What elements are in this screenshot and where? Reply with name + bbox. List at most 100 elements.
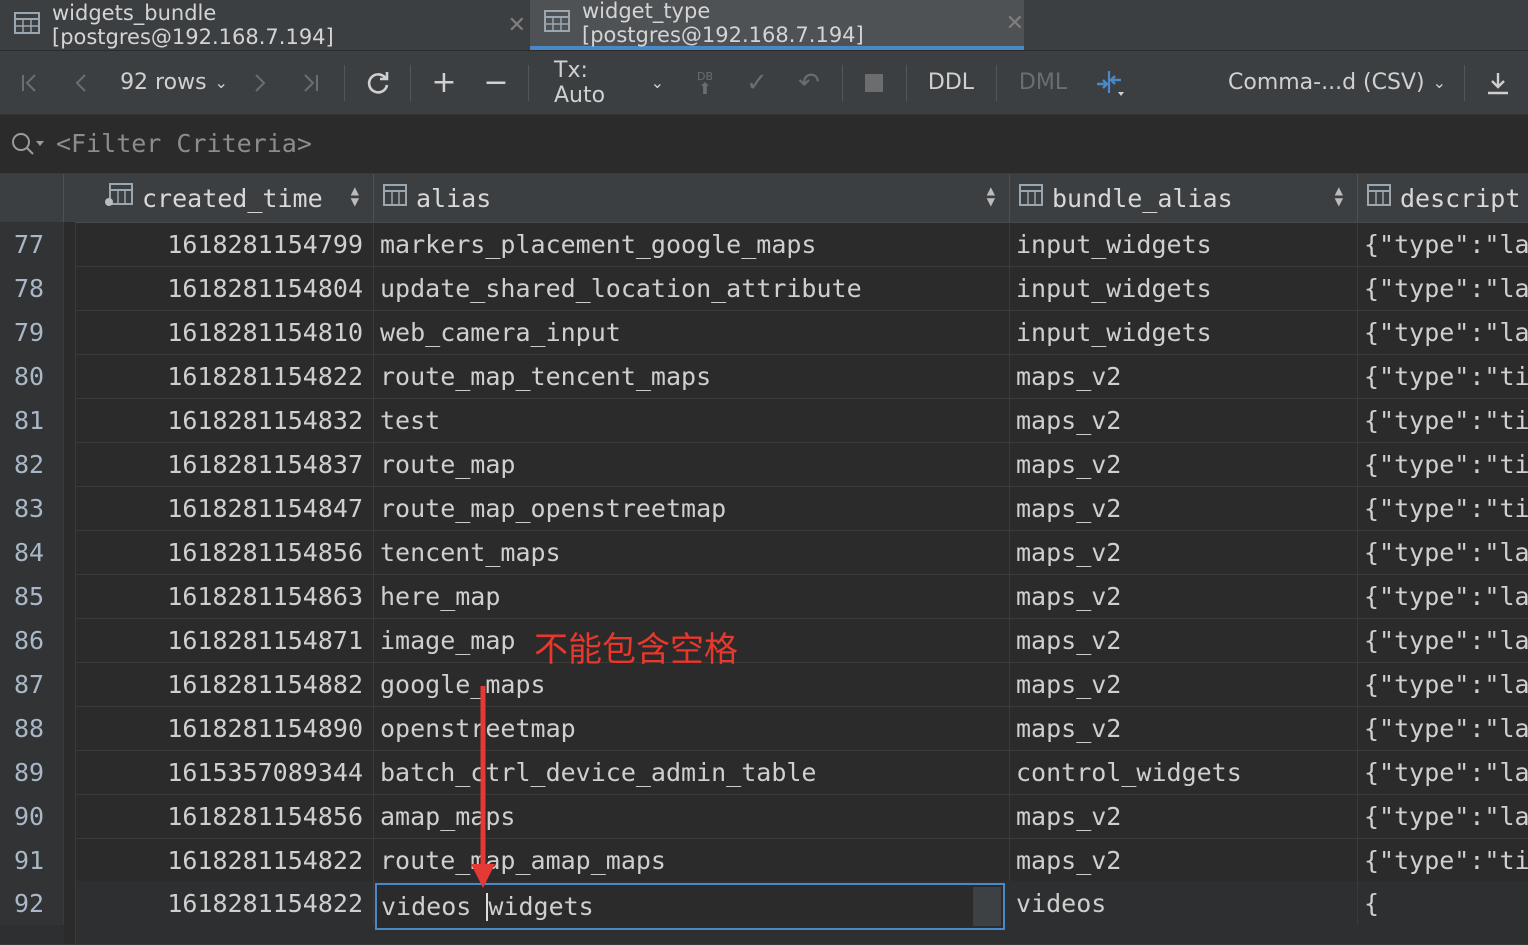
close-icon[interactable]: ✕ [508, 13, 526, 38]
cell-bundle-alias[interactable]: maps_v2 [1010, 354, 1358, 398]
transaction-mode-dropdown[interactable]: Tx: Auto ⌄ [554, 51, 664, 114]
column-header-created-time[interactable]: created_time ▲ ▼ [76, 174, 374, 222]
first-page-icon[interactable] [14, 51, 46, 114]
cell-description[interactable]: {"type":"la [1358, 794, 1528, 838]
cell-alias[interactable]: update_shared_location_attribute [374, 266, 1010, 310]
editor-scrollbar[interactable] [973, 887, 1001, 926]
cell-created-time[interactable]: 1618281154863 [76, 574, 374, 618]
cell-description[interactable]: {"type":"la [1358, 310, 1528, 354]
cell-created-time[interactable]: 1618281154856 [76, 530, 374, 574]
rows-count-dropdown[interactable]: 92 rows ⌄ [118, 51, 230, 114]
cell-alias[interactable]: openstreetmap [374, 706, 1010, 750]
cell-bundle-alias[interactable]: maps_v2 [1010, 574, 1358, 618]
cell-description[interactable]: {"type":"la [1358, 222, 1528, 266]
table-row[interactable]: 90 1618281154856 amap_maps maps_v2 {"type":"… [0, 794, 1528, 839]
cell-created-time[interactable]: 1618281154847 [76, 486, 374, 530]
cell-description[interactable]: {"type":"la [1358, 266, 1528, 310]
cell-bundle-alias[interactable]: maps_v2 [1010, 530, 1358, 574]
cell-bundle-alias[interactable]: videos [1010, 881, 1358, 925]
column-header-bundle-alias[interactable]: bundle_alias ▲ ▼ [1010, 174, 1358, 222]
db-submit-icon[interactable]: DB ⬆ [688, 51, 722, 114]
cell-description[interactable]: {"type":"ti [1358, 442, 1528, 486]
cell-alias[interactable]: markers_placement_google_maps [374, 222, 1010, 266]
cell-created-time[interactable]: 1618281154837 [76, 442, 374, 486]
cell-created-time[interactable]: 1618281154804 [76, 266, 374, 310]
cell-bundle-alias[interactable]: input_widgets [1010, 310, 1358, 354]
cell-alias[interactable]: web_camera_input [374, 310, 1010, 354]
cell-description[interactable]: {"type":"ti [1358, 838, 1528, 882]
cell-bundle-alias[interactable]: control_widgets [1010, 750, 1358, 794]
table-row[interactable]: 82 1618281154837 route_map maps_v2 {"type":"… [0, 442, 1528, 487]
filter-input[interactable]: <Filter Criteria> [56, 129, 312, 158]
table-row[interactable]: 81 1618281154832 test maps_v2 {"type":"ti [0, 398, 1528, 443]
filter-bar[interactable]: <Filter Criteria> [0, 115, 1528, 174]
table-row[interactable]: 89 1615357089344 batch_ctrl_device_admin_t… [0, 750, 1528, 795]
previous-page-icon[interactable] [66, 51, 96, 114]
cell-description[interactable]: {"type":"la [1358, 662, 1528, 706]
stop-icon[interactable] [858, 51, 890, 114]
dml-button[interactable]: DML [1012, 51, 1074, 114]
cell-bundle-alias[interactable]: input_widgets [1010, 266, 1358, 310]
sort-icon[interactable]: ▲ ▼ [1335, 184, 1343, 209]
cell-description[interactable]: {"type":"la [1358, 750, 1528, 794]
cell-created-time[interactable]: 1618281154810 [76, 310, 374, 354]
cell-bundle-alias[interactable]: maps_v2 [1010, 486, 1358, 530]
cell-created-time[interactable]: 1618281154822 [76, 838, 374, 882]
cell-created-time[interactable]: 1618281154882 [76, 662, 374, 706]
cell-description[interactable]: {"type":"la [1358, 618, 1528, 662]
cell-description[interactable]: {"type":"ti [1358, 354, 1528, 398]
commit-check-icon[interactable]: ✓ [740, 51, 774, 114]
cell-bundle-alias[interactable]: input_widgets [1010, 222, 1358, 266]
cell-alias[interactable]: route_map_tencent_maps [374, 354, 1010, 398]
cell-created-time[interactable]: 1618281154832 [76, 398, 374, 442]
last-page-icon[interactable] [294, 51, 326, 114]
add-row-icon[interactable]: + [426, 51, 462, 114]
cell-alias[interactable]: route_map [374, 442, 1010, 486]
table-row[interactable]: 83 1618281154847 route_map_openstreetmap ma… [0, 486, 1528, 531]
cell-alias[interactable]: route_map_amap_maps [374, 838, 1010, 882]
cell-alias[interactable]: tencent_maps [374, 530, 1010, 574]
table-row[interactable]: 78 1618281154804 update_shared_location_at… [0, 266, 1528, 311]
cell-description[interactable]: { [1358, 881, 1528, 925]
next-page-icon[interactable] [246, 51, 274, 114]
sort-icon[interactable]: ▲ ▼ [987, 184, 995, 209]
cell-created-time[interactable]: 1618281154822 [76, 881, 374, 925]
delete-row-icon[interactable]: − [478, 51, 514, 114]
cell-created-time[interactable]: 1618281154822 [76, 354, 374, 398]
cell-description[interactable]: {"type":"la [1358, 530, 1528, 574]
sort-icon[interactable]: ▲ ▼ [351, 184, 359, 209]
table-row[interactable]: 79 1618281154810 web_camera_input input_wid… [0, 310, 1528, 355]
column-header-alias[interactable]: alias ▲ ▼ [374, 174, 1010, 222]
tab-widget-type[interactable]: widget_type [postgres@192.168.7.194] ✕ [530, 0, 1024, 50]
table-row[interactable]: 88 1618281154890 openstreetmap maps_v2 {"typ… [0, 706, 1528, 751]
cell-bundle-alias[interactable]: maps_v2 [1010, 706, 1358, 750]
cell-description[interactable]: {"type":"ti [1358, 398, 1528, 442]
column-header-description[interactable]: descript [1358, 174, 1528, 222]
table-row[interactable]: 86 1618281154871 image_map maps_v2 {"type":"… [0, 618, 1528, 663]
cell-description[interactable]: {"type":"la [1358, 574, 1528, 618]
tab-widgets-bundle[interactable]: widgets_bundle [postgres@192.168.7.194] … [14, 0, 526, 50]
table-row[interactable]: 91 1618281154822 route_map_amap_maps maps_v… [0, 838, 1528, 883]
cell-bundle-alias[interactable]: maps_v2 [1010, 442, 1358, 486]
table-row[interactable]: 80 1618281154822 route_map_tencent_maps map… [0, 354, 1528, 399]
cell-bundle-alias[interactable]: maps_v2 [1010, 794, 1358, 838]
cell-created-time[interactable]: 1618281154799 [76, 222, 374, 266]
cell-alias[interactable]: test [374, 398, 1010, 442]
rollback-undo-icon[interactable]: ↶ [792, 51, 826, 114]
cell-created-time[interactable]: 1618281154871 [76, 618, 374, 662]
table-row[interactable]: 87 1618281154882 google_maps maps_v2 {"type"… [0, 662, 1528, 707]
table-row[interactable]: 77 1618281154799 markers_placement_google_… [0, 222, 1528, 267]
cell-alias[interactable]: route_map_openstreetmap [374, 486, 1010, 530]
cell-created-time[interactable]: 1618281154856 [76, 794, 374, 838]
alias-cell-editor[interactable]: videos widgets [375, 883, 1005, 930]
cell-alias[interactable]: amap_maps [374, 794, 1010, 838]
cell-bundle-alias[interactable]: maps_v2 [1010, 618, 1358, 662]
refresh-icon[interactable] [360, 51, 396, 114]
cell-created-time[interactable]: 1615357089344 [76, 750, 374, 794]
cell-bundle-alias[interactable]: maps_v2 [1010, 838, 1358, 882]
cell-alias[interactable]: here_map [374, 574, 1010, 618]
cell-bundle-alias[interactable]: maps_v2 [1010, 662, 1358, 706]
table-row[interactable]: 85 1618281154863 here_map maps_v2 {"type":"l… [0, 574, 1528, 619]
cell-alias[interactable]: batch_ctrl_device_admin_table [374, 750, 1010, 794]
cell-description[interactable]: {"type":"la [1358, 706, 1528, 750]
